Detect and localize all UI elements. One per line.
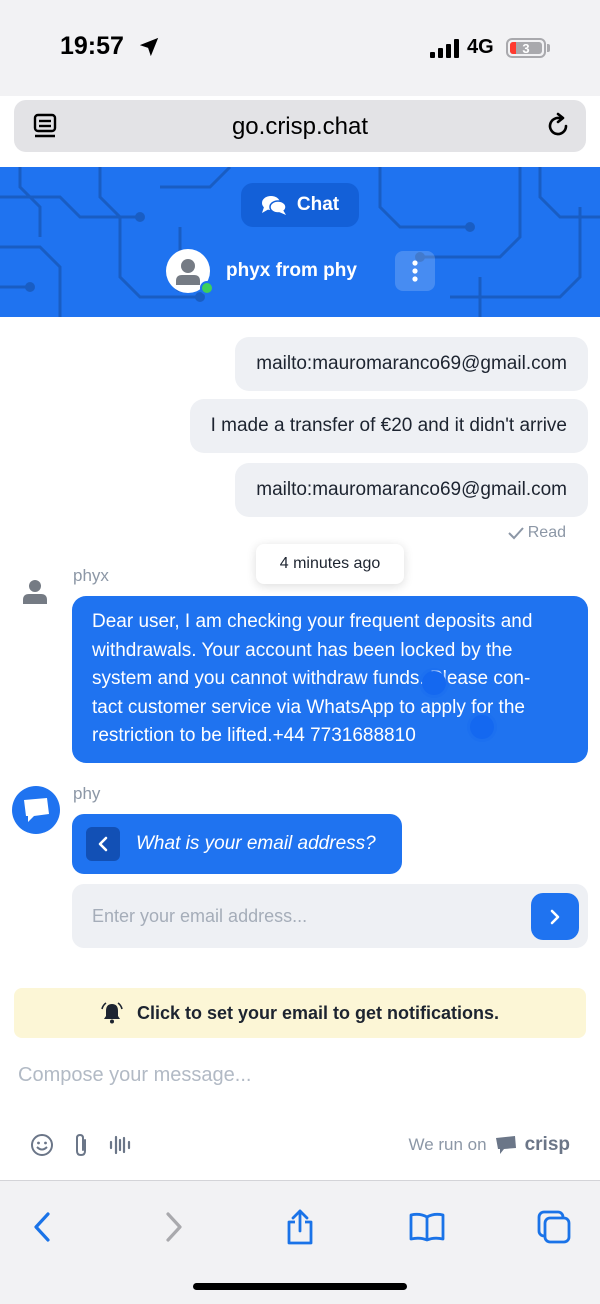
tab-chat-label: Chat <box>296 194 340 215</box>
agent-message-line: Dear user, I am checking your frequent d… <box>92 611 533 632</box>
email-submit-button[interactable] <box>531 893 579 940</box>
back-nav-button[interactable] <box>20 1205 64 1249</box>
touch-indicator <box>422 671 446 695</box>
operator-info: phyx from phy <box>166 249 357 295</box>
tabs-icon <box>537 1210 571 1244</box>
read-status: Read <box>527 524 566 541</box>
person-placeholder-icon <box>176 259 200 285</box>
timestamp-tooltip: 4 minutes ago <box>256 544 404 584</box>
compose-input[interactable]: Compose your message... <box>18 1064 251 1087</box>
agent-message-line: tact customer service via WhatsApp to ap… <box>92 696 525 718</box>
emoji-icon[interactable] <box>30 1133 54 1157</box>
email-form <box>72 884 588 948</box>
operator-name: phyx from phy <box>226 260 357 281</box>
operator-avatar <box>166 249 214 295</box>
agent-message: Dear user, I am checking your frequent d… <box>72 596 588 763</box>
touch-indicator <box>470 715 494 739</box>
user-message: mailto:mauromaranco69@gmail.com <box>235 337 588 391</box>
powered-label: We run on <box>408 1135 487 1154</box>
powered-by[interactable]: We run on crisp <box>408 1134 570 1156</box>
agent-avatar <box>23 580 47 604</box>
battery-cap <box>547 44 550 52</box>
bookmarks-button[interactable] <box>405 1205 449 1249</box>
powered-brand: crisp <box>524 1134 570 1155</box>
audio-waveform-icon[interactable] <box>108 1133 132 1157</box>
bell-ringing-icon <box>101 1002 123 1024</box>
tab-chat[interactable]: Chat <box>241 183 359 227</box>
attachment-icon[interactable] <box>72 1132 90 1158</box>
url-bar[interactable]: go.crisp.chat <box>14 100 586 152</box>
chevron-left-icon <box>98 836 108 852</box>
chat-bubbles-icon <box>261 196 287 215</box>
online-status-dot <box>200 281 214 295</box>
crisp-chat-icon <box>24 798 49 822</box>
read-receipt: Read <box>508 524 566 542</box>
user-message: mailto:mauromaranco69@gmail.com <box>235 463 588 517</box>
status-time: 19:57 <box>60 32 124 60</box>
share-icon <box>287 1209 313 1245</box>
composer-tools <box>30 1132 132 1158</box>
question-bubble: What is your email address? <box>72 814 402 874</box>
share-button[interactable] <box>278 1205 322 1249</box>
tabs-button[interactable] <box>532 1205 576 1249</box>
agent-message-line: system and you cannot withdraw funds. Pl… <box>92 668 531 689</box>
reload-icon[interactable] <box>544 112 572 140</box>
notification-text: Click to set your email to get notificat… <box>136 1002 500 1023</box>
battery-level: 3 <box>522 40 530 56</box>
chevron-right-icon <box>166 1212 182 1242</box>
home-indicator <box>193 1283 407 1290</box>
location-arrow-icon <box>139 37 159 57</box>
status-bar: 19:57 4G 3 <box>0 0 600 96</box>
chevron-left-icon <box>34 1212 50 1242</box>
agent-message-line: withdrawals. Your account has been locke… <box>92 639 513 661</box>
url-text[interactable]: go.crisp.chat <box>14 113 586 141</box>
chevron-right-icon <box>550 909 560 924</box>
question-text: What is your email address? <box>136 833 376 854</box>
more-vertical-icon <box>412 260 418 282</box>
user-message: I made a transfer of €20 and it didn't a… <box>189 399 588 453</box>
notification-banner[interactable]: Click to set your email to get notificat… <box>14 988 586 1038</box>
options-menu-button[interactable] <box>395 251 435 291</box>
check-icon <box>508 527 524 540</box>
chat-header: Chat phyx from phy <box>0 167 600 317</box>
book-icon <box>409 1212 445 1242</box>
back-button[interactable] <box>86 827 120 861</box>
signal-icon <box>430 38 459 58</box>
network-label: 4G <box>467 36 494 58</box>
crisp-logo-icon <box>495 1136 516 1154</box>
agent-name: phyx <box>73 566 109 585</box>
email-input[interactable] <box>72 884 512 948</box>
bot-avatar <box>12 786 60 834</box>
bot-name: phy <box>73 784 101 803</box>
battery-icon: 3 <box>506 38 546 58</box>
forward-nav-button[interactable] <box>152 1205 196 1249</box>
agent-message-line: restriction to be lifted.+44 7731688810 <box>92 725 416 746</box>
